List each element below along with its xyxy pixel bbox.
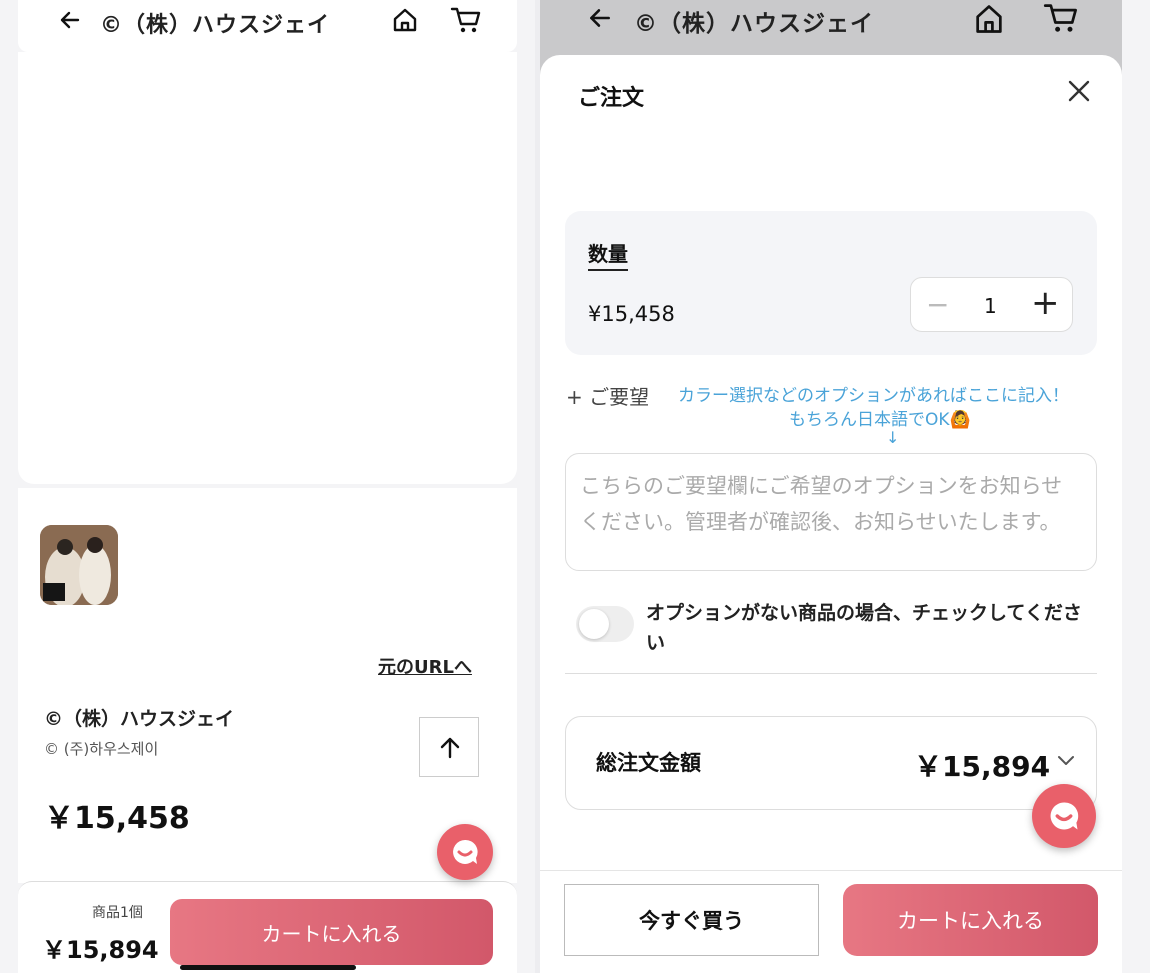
increment-button[interactable]: + (1031, 283, 1060, 323)
thumbnail-image (40, 525, 118, 605)
quantity-value: 1 (984, 294, 997, 318)
decrement-button[interactable]: − (926, 288, 949, 321)
home-icon[interactable] (391, 6, 419, 34)
order-title: ご注文 (578, 86, 645, 111)
thumbnail[interactable] (40, 525, 118, 605)
chat-button[interactable] (437, 824, 493, 880)
photo-card (18, 52, 517, 484)
item-count: 商品1個 (92, 905, 143, 921)
original-url-link[interactable]: 元のURLへ (378, 653, 472, 679)
request-hint-line2: もちろん日本語でOK🙆 (789, 410, 971, 430)
header-title: ©（株）ハウスジェイ (100, 13, 331, 38)
buy-now-button[interactable]: 今すぐ買う (564, 884, 819, 956)
chat-icon (453, 839, 478, 864)
total-label: 総注文金額 (596, 751, 701, 775)
unit-price: ¥15,458 (588, 302, 675, 326)
request-hint-line1: カラー選択などのオプションがあればここに記入！ (678, 386, 1069, 406)
cart-icon[interactable] (450, 5, 482, 35)
cart-icon[interactable] (1043, 1, 1079, 35)
product-name: ©（株）ハウスジェイ (44, 708, 235, 730)
arrow-up-icon (440, 737, 460, 759)
toggle-knob (579, 609, 609, 639)
request-textarea[interactable]: こちらのご要望欄にご希望のオプションをお知らせください。管理者が確認後、お知らせ… (565, 453, 1097, 571)
quantity-label: 数量 (588, 238, 628, 271)
add-to-cart-button[interactable]: カートに入れる (843, 884, 1098, 956)
edge-background (1122, 0, 1150, 973)
divider (565, 673, 1097, 674)
header-title: ©（株）ハウスジェイ (634, 11, 874, 37)
request-label: + ご要望 (566, 385, 650, 409)
arrow-left-icon[interactable] (58, 8, 82, 32)
product-name-korean: © (주)하우스제이 (44, 740, 159, 758)
product-price: ￥15,458 (44, 801, 190, 836)
home-icon[interactable] (973, 2, 1005, 36)
no-option-toggle[interactable] (576, 606, 634, 642)
chevron-down-icon[interactable] (1057, 754, 1075, 766)
scroll-top-button[interactable] (419, 717, 479, 777)
footer-total: ￥15,894 (42, 936, 159, 964)
arrow-left-icon[interactable] (587, 5, 613, 31)
quantity-stepper: − 1 + (910, 277, 1073, 332)
close-icon[interactable] (1068, 80, 1090, 102)
request-hint-arrow: ↓ (886, 428, 900, 447)
total-value: ￥15,894 (914, 750, 1051, 783)
chat-button[interactable] (1032, 784, 1096, 848)
chat-icon (1050, 802, 1079, 830)
no-option-toggle-label: オプションがない商品の場合、チェックしてください (646, 602, 1082, 654)
add-to-cart-button[interactable]: カートに入れる (170, 899, 493, 965)
home-indicator (180, 965, 356, 970)
